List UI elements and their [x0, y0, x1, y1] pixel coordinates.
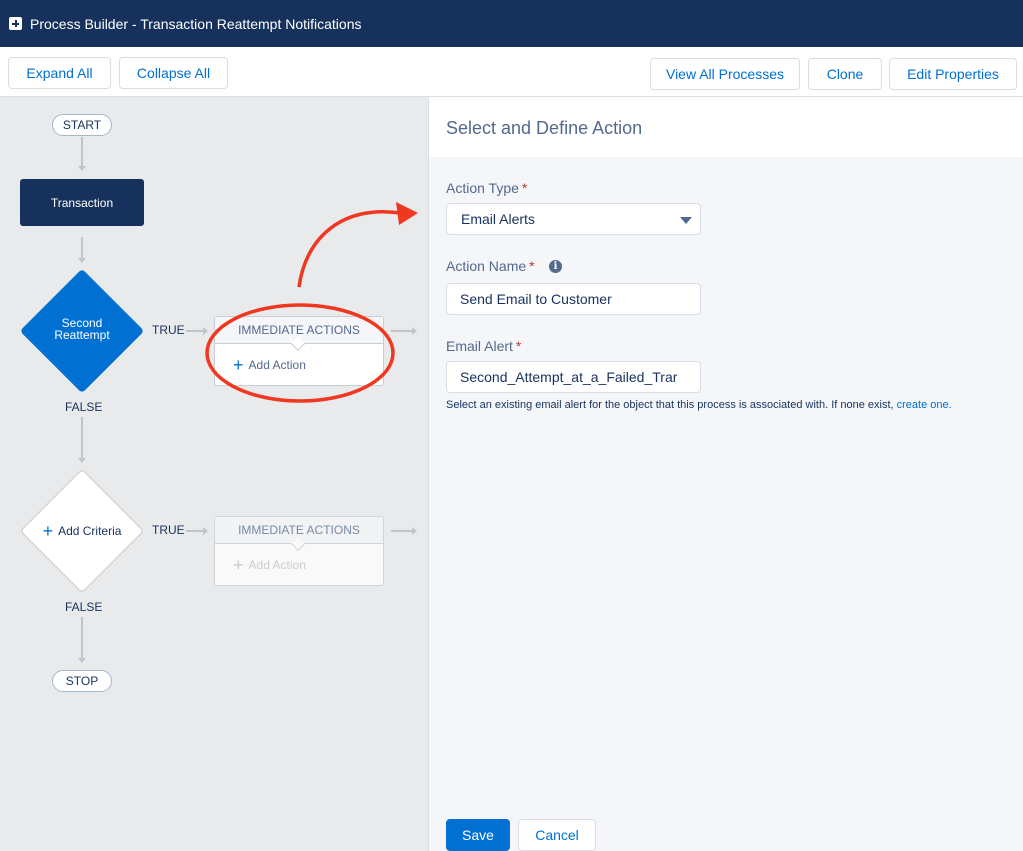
action-name-label-text: Action Name	[446, 258, 527, 274]
connector	[81, 417, 83, 459]
title-bar: Process Builder - Transaction Reattempt …	[0, 0, 1023, 47]
email-alert-lookup[interactable]: Second_Attempt_at_a_Failed_Trar	[446, 361, 701, 393]
connector-arrow	[203, 527, 208, 535]
plus-icon: +	[42, 521, 54, 541]
help-text: Select an existing email alert for the o…	[446, 399, 897, 411]
add-criteria-label: + Add Criteria	[20, 521, 144, 541]
toolbar: Expand All Collapse All View All Process…	[0, 47, 1023, 97]
required-mark: *	[529, 258, 535, 274]
add-action-button-disabled: + Add Action	[215, 544, 383, 586]
action-name-input[interactable]: Send Email to Customer	[446, 283, 701, 315]
connector-arrow	[78, 658, 86, 663]
action-type-select[interactable]: Email Alerts	[446, 203, 701, 235]
collapse-all-button[interactable]: Collapse All	[119, 57, 228, 89]
page-title: Process Builder - Transaction Reattempt …	[30, 15, 362, 32]
connector-arrow	[78, 458, 86, 463]
true-label: TRUE	[152, 323, 185, 337]
criteria-label-line2: Reattempt	[54, 328, 110, 342]
false-label: FALSE	[65, 600, 103, 614]
connector	[186, 330, 204, 332]
connector-arrow	[203, 327, 208, 335]
action-name-label: Action Name *	[446, 258, 535, 274]
immediate-actions-title: IMMEDIATE ACTIONS	[238, 323, 360, 337]
stop-node: STOP	[52, 670, 112, 692]
start-node: START	[52, 114, 112, 136]
required-mark: *	[515, 338, 522, 354]
info-icon[interactable]: i	[549, 260, 562, 273]
connector-arrow	[412, 527, 417, 535]
immediate-actions-box: IMMEDIATE ACTIONS + Add Action	[214, 316, 384, 386]
create-one-link[interactable]: create one.	[897, 399, 952, 411]
immediate-actions-box-disabled: IMMEDIATE ACTIONS + Add Action	[214, 516, 384, 586]
expand-all-button[interactable]: Expand All	[8, 57, 111, 89]
add-action-label: Add Action	[248, 358, 306, 372]
email-alert-label-text: Email Alert	[446, 338, 513, 354]
connector-arrow	[78, 166, 86, 171]
connector	[81, 617, 83, 659]
connector	[81, 237, 83, 259]
process-canvas: START Transaction Second Reattempt TRUE …	[0, 97, 428, 851]
process-builder-icon	[9, 17, 22, 30]
caret-down-icon	[680, 217, 692, 224]
edit-properties-button[interactable]: Edit Properties	[889, 58, 1017, 90]
panel-header: Select and Define Action	[429, 97, 1023, 157]
immediate-actions-header: IMMEDIATE ACTIONS	[215, 517, 383, 552]
cancel-button[interactable]: Cancel	[518, 819, 596, 851]
immediate-actions-title: IMMEDIATE ACTIONS	[238, 523, 360, 537]
true-label: TRUE	[152, 523, 185, 537]
view-all-processes-button[interactable]: View All Processes	[650, 58, 800, 90]
save-button[interactable]: Save	[446, 819, 510, 851]
connector	[391, 330, 413, 332]
action-panel: Select and Define Action Action Type * Em…	[428, 97, 1023, 851]
add-action-button[interactable]: + Add Action	[215, 344, 383, 386]
criteria-node-label: Second Reattempt	[20, 317, 144, 341]
immediate-actions-header: IMMEDIATE ACTIONS	[215, 317, 383, 352]
add-action-label: Add Action	[248, 558, 306, 572]
action-type-value: Email Alerts	[461, 211, 535, 227]
email-alert-help-text: Select an existing email alert for the o…	[446, 399, 952, 411]
action-type-label: Action Type *	[446, 180, 527, 196]
connector	[391, 530, 413, 532]
required-mark: *	[521, 180, 528, 196]
connector-arrow	[412, 327, 417, 335]
panel-title: Select and Define Action	[446, 118, 643, 138]
clone-button[interactable]: Clone	[808, 58, 882, 90]
object-node[interactable]: Transaction	[20, 179, 144, 226]
action-type-label-text: Action Type	[446, 180, 519, 196]
add-criteria-text: Add Criteria	[58, 524, 122, 538]
false-label: FALSE	[65, 400, 103, 414]
connector	[81, 137, 83, 167]
connector-arrow	[78, 258, 86, 263]
email-alert-label: Email Alert *	[446, 338, 521, 354]
connector	[186, 530, 204, 532]
plus-icon: +	[233, 355, 244, 375]
plus-icon: +	[233, 555, 244, 575]
